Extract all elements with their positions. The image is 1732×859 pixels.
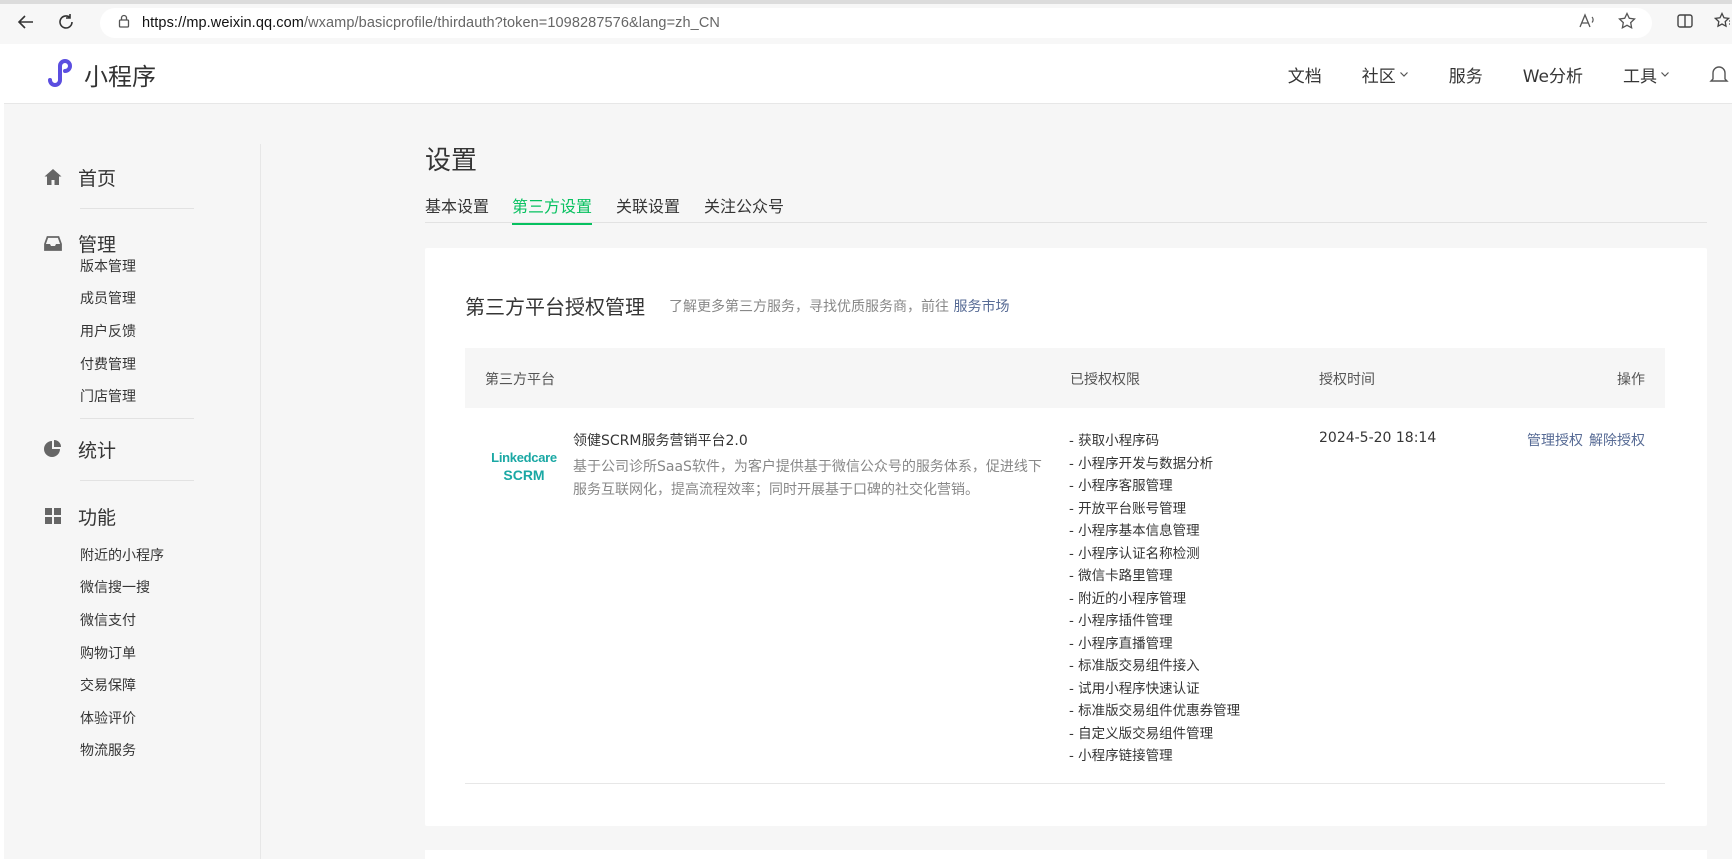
list-item: - 标准版交易组件接入 (1069, 658, 1200, 674)
permission-list: - 获取小程序码 - 小程序开发与数据分析 - 小程序客服管理 - 开放平台账号… (1069, 430, 1240, 768)
sidebar-sub-members[interactable]: 成员管理 (80, 288, 136, 308)
settings-tabs: 基本设置 第三方设置 关联设置 关注公众号 (425, 193, 1707, 225)
list-item: - 获取小程序码 (1069, 433, 1160, 449)
list-item: - 试用小程序快速认证 (1069, 680, 1200, 697)
sidebar-sub-feedback[interactable]: 用户反馈 (80, 321, 136, 341)
favorite-star-icon[interactable] (1618, 11, 1636, 34)
list-item: - 小程序基本信息管理 (1069, 523, 1200, 539)
sidebar-sub-wechat-pay[interactable]: 微信支付 (80, 610, 136, 630)
card-hint: 了解更多第三方服务，寻找优质服务商，前往 服务市场 (669, 299, 1010, 315)
sidebar-sub-store[interactable]: 门店管理 (80, 386, 136, 406)
sidebar-label-manage: 管理 (78, 233, 117, 256)
app-header: 小程序 文档 社区 服务 We分析 工具 (4, 44, 1732, 104)
sidebar-sub-wechat-search[interactable]: 微信搜一搜 (80, 577, 150, 597)
tab-strip (0, 0, 1732, 4)
nav-community[interactable]: 社区 (1362, 62, 1409, 87)
list-item: - 小程序开发与数据分析 (1069, 455, 1214, 472)
sidebar-item-manage[interactable]: 管理 (42, 228, 116, 258)
platform-description: 基于公司诊所SaaS软件，为客户提供基于微信公众号的服务体系，促进线下服务互联网… (573, 459, 1042, 498)
home-icon (42, 166, 64, 188)
read-aloud-icon[interactable] (1578, 13, 1596, 33)
revoke-auth-link[interactable]: 解除授权 (1589, 430, 1645, 450)
sidebar-sub-experience-review[interactable]: 体验评价 (80, 708, 136, 728)
url-text: https://mp.weixin.qq.com/wxamp/basicprof… (142, 15, 720, 31)
browser-toolbar: https://mp.weixin.qq.com/wxamp/basicprof… (0, 0, 1732, 44)
sidebar-sub-trade-guarantee[interactable]: 交易保障 (80, 675, 136, 695)
card-title: 第三方平台授权管理 (465, 295, 645, 319)
table-row: Linkedcare SCRM 领健SCRM服务营销平台2.0 基于公司诊所Sa… (465, 408, 1665, 784)
miniprogram-logo-icon (42, 56, 74, 92)
chevron-down-icon (1661, 72, 1669, 77)
nav-we-analysis[interactable]: We分析 (1523, 62, 1583, 87)
nav-docs[interactable]: 文档 (1288, 62, 1322, 87)
lock-icon (118, 14, 130, 32)
column-header-auth-time: 授权时间 (1319, 372, 1375, 388)
list-item: - 小程序插件管理 (1069, 613, 1173, 629)
next-card (425, 850, 1707, 859)
row-actions: 管理授权 解除授权 (1527, 430, 1645, 450)
sidebar-item-features[interactable]: 功能 (42, 501, 116, 531)
chevron-down-icon (1399, 72, 1408, 77)
list-item: - 小程序直播管理 (1069, 635, 1173, 652)
nav-tools[interactable]: 工具 (1623, 62, 1670, 87)
platform-name: 领健SCRM服务营销平台2.0 (573, 433, 748, 449)
sidebar-separator (80, 480, 194, 481)
list-item: - 开放平台账号管理 (1069, 500, 1187, 517)
sidebar-sub-logistics[interactable]: 物流服务 (80, 740, 136, 760)
favorites-icon[interactable] (1714, 12, 1730, 34)
bell-icon[interactable] (1708, 64, 1732, 84)
list-item: - 微信卡路里管理 (1069, 568, 1173, 584)
inbox-icon (42, 232, 64, 254)
third-party-auth-card: 第三方平台授权管理 了解更多第三方服务，寻找优质服务商，前往 服务市场 第三方平… (425, 248, 1707, 826)
sidebar-separator (80, 208, 194, 209)
auth-time: 2024-5-20 18:14 (1319, 430, 1437, 446)
logo-text: 小程序 (84, 62, 156, 91)
split-screen-icon[interactable] (1676, 12, 1694, 34)
sidebar-sub-payment-manage[interactable]: 付费管理 (80, 354, 136, 374)
manage-auth-link[interactable]: 管理授权 (1527, 430, 1583, 450)
list-item: - 附近的小程序管理 (1069, 590, 1187, 607)
sidebar-sub-nearby[interactable]: 附近的小程序 (80, 545, 164, 565)
nav-services[interactable]: 服务 (1449, 62, 1483, 87)
pie-chart-icon (42, 438, 64, 460)
back-button[interactable] (12, 8, 40, 36)
tab-basic-settings[interactable]: 基本设置 (425, 193, 489, 223)
list-item: - 标准版交易组件优惠券管理 (1069, 703, 1241, 719)
sidebar-label-home: 首页 (78, 167, 117, 190)
list-item: - 小程序认证名称检测 (1069, 545, 1200, 562)
back-arrow-icon (17, 15, 33, 29)
platform-logo: Linkedcare SCRM (491, 450, 557, 483)
list-item: - 自定义版交易组件管理 (1069, 725, 1214, 742)
sidebar-label-features: 功能 (78, 506, 117, 529)
sidebar: 首页 管理 版本管理 成员管理 用户反馈 付费管理 门店管理 统计 功能 附近的… (4, 104, 261, 859)
column-header-platform: 第三方平台 (485, 372, 555, 388)
top-nav: 文档 社区 服务 We分析 工具 (1288, 44, 1732, 104)
address-bar[interactable]: https://mp.weixin.qq.com/wxamp/basicprof… (100, 8, 1652, 38)
sidebar-label-stats: 统计 (78, 439, 117, 462)
sidebar-sub-orders[interactable]: 购物订单 (80, 643, 136, 663)
list-item: - 小程序客服管理 (1069, 478, 1173, 494)
tab-follow-official-account[interactable]: 关注公众号 (704, 193, 784, 223)
service-market-link[interactable]: 服务市场 (953, 299, 1009, 315)
reload-button[interactable] (52, 8, 80, 36)
table-header: 第三方平台 已授权权限 授权时间 操作 (465, 348, 1665, 408)
page-title: 设置 (425, 146, 478, 176)
sidebar-sub-version[interactable]: 版本管理 (80, 256, 136, 276)
tab-third-party-settings[interactable]: 第三方设置 (512, 193, 593, 225)
logo[interactable]: 小程序 (42, 56, 156, 92)
tab-association-settings[interactable]: 关联设置 (616, 193, 680, 223)
reload-icon (59, 14, 73, 29)
column-header-actions: 操作 (1617, 372, 1645, 388)
sidebar-divider (260, 144, 261, 859)
sidebar-item-home[interactable]: 首页 (42, 162, 116, 192)
sidebar-item-stats[interactable]: 统计 (42, 434, 116, 464)
grid-icon (42, 505, 64, 527)
column-header-permissions: 已授权权限 (1070, 372, 1140, 388)
list-item: - 小程序链接管理 (1069, 748, 1173, 764)
sidebar-separator (80, 418, 194, 419)
